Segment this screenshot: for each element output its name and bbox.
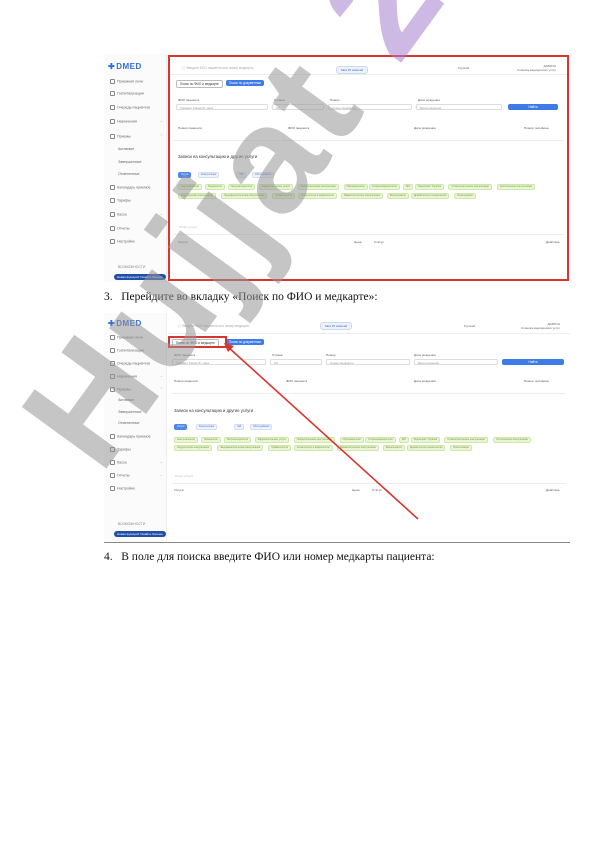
screenshot-2: ✚DMED Приемная лечи Госпитализации Очере…: [104, 313, 570, 543]
sidebar-item-8[interactable]: Касса ⌄: [110, 212, 163, 217]
sidebar-sub-2[interactable]: Завершенные: [118, 160, 141, 164]
sidebar-item-7[interactable]: Тарифы: [110, 198, 131, 203]
sidebar-item-2[interactable]: Госпитализации: [110, 91, 144, 96]
app-sidebar: ✚DMED Приемная лечи Госпитализации Очере…: [104, 54, 167, 282]
screenshot-1: ✚DMED Приемная лечи Госпитализации Очере…: [104, 54, 570, 282]
sidebar-sub-1[interactable]: Активные: [118, 147, 134, 151]
sidebar-item-6[interactable]: Календарь приемов: [110, 185, 150, 190]
sidebar-sub-3[interactable]: Отмененные: [118, 172, 139, 176]
step-3: 3. Перейдите во вкладку «Поиск по ФИО и …: [104, 291, 378, 303]
sidebar-item-1[interactable]: Приемная лечи: [110, 79, 143, 84]
arrow-annotation: [224, 343, 419, 520]
bottom-chip[interactable]: Новая функция! Узнайте больше: [114, 274, 166, 280]
sidebar-item-4[interactable]: Назначения ⌄: [110, 119, 163, 124]
step-4: 4. В поле для поиска введите ФИО или ном…: [104, 551, 435, 563]
sidebar-item-10[interactable]: Настройки: [110, 239, 135, 244]
highlight-frame-main: [168, 55, 569, 281]
app-logo: ✚DMED: [108, 62, 142, 71]
sidebar-item-9[interactable]: Отчеты ⌄: [110, 226, 163, 231]
sidebar-item-5[interactable]: Приемы ⌃: [110, 134, 163, 139]
features-label: ВОЗМОЖНОСТИ: [118, 265, 146, 269]
sidebar-item-3[interactable]: Очередь пациентов: [110, 105, 150, 110]
